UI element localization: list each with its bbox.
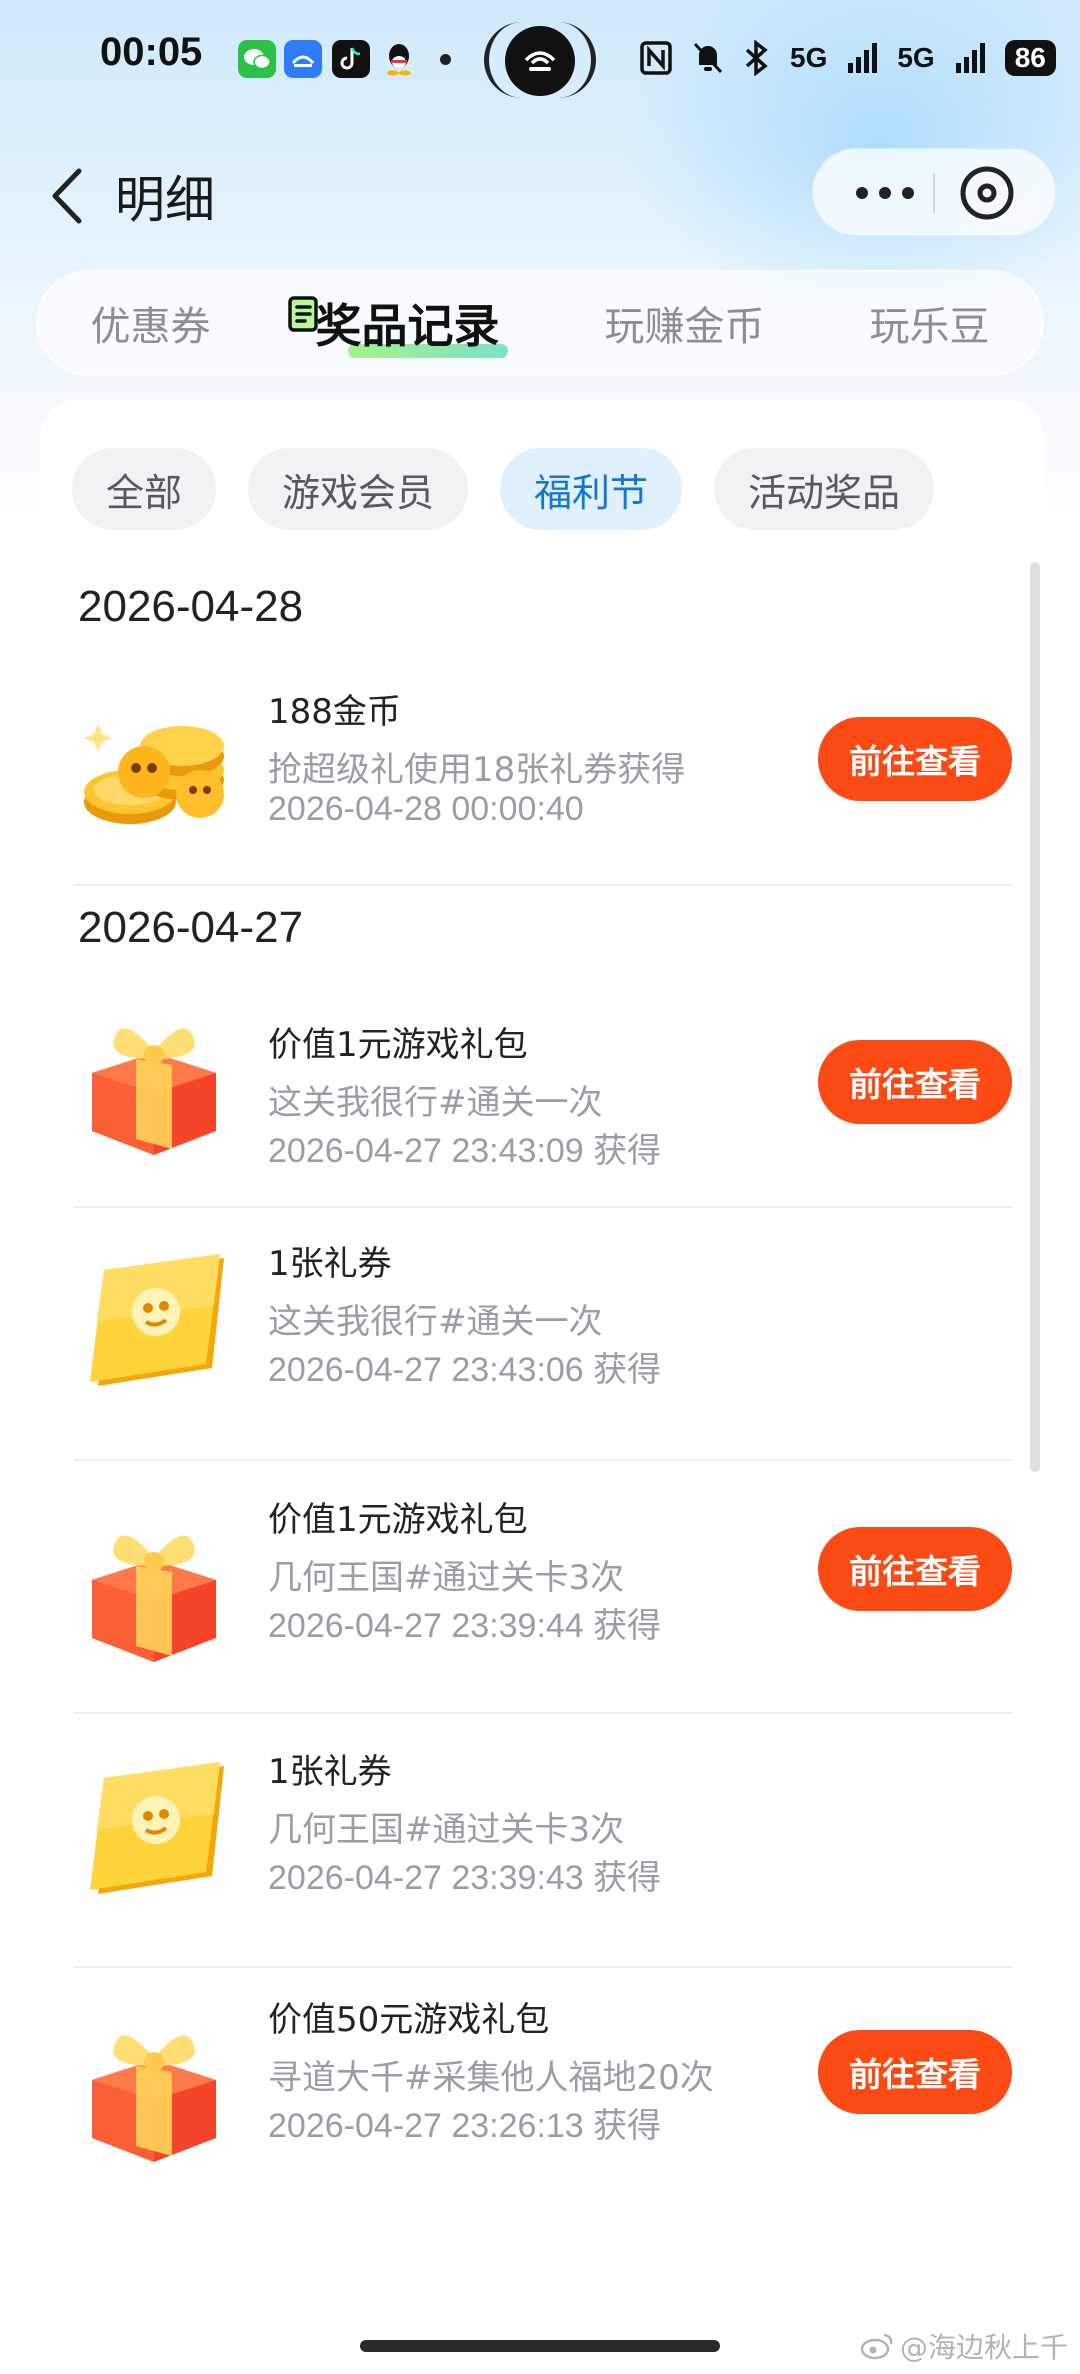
list-item: 1张礼券 几何王国#通过关卡3次 2026-04-27 23:39:43 获得 xyxy=(74,1732,1012,1952)
more-dots-icon[interactable] xyxy=(843,169,927,217)
network-type-1: 5G xyxy=(790,42,828,73)
battery-indicator: 86 xyxy=(1004,40,1056,76)
record-desc: 几何王国#通过关卡3次 xyxy=(268,1558,625,1598)
watermark-text: @海边秋上千 xyxy=(900,2331,1069,2364)
tab-coupons[interactable]: 优惠券 xyxy=(83,294,219,352)
view-button[interactable]: 前往查看 xyxy=(818,1527,1012,1611)
home-indicator[interactable] xyxy=(360,2340,720,2352)
list-item: 价值50元游戏礼包 寻道大千#采集他人福地20次 2026-04-27 23:2… xyxy=(74,1988,1012,2208)
list-item: 价值1元游戏礼包 几何王国#通过关卡3次 2026-04-27 23:39:44… xyxy=(74,1480,1012,1700)
system-icons: 5G 5G 86 xyxy=(640,36,1056,80)
mute-bell-icon xyxy=(693,42,723,74)
watermark: @海边秋上千 xyxy=(860,2326,1068,2366)
view-button[interactable]: 前往查看 xyxy=(818,2030,1012,2114)
status-time: 00:05 xyxy=(100,30,203,74)
coins-icon xyxy=(84,724,224,824)
divider xyxy=(74,1712,1012,1714)
view-button[interactable]: 前往查看 xyxy=(818,717,1012,801)
list-item: 188金币 抢超级礼使用18张礼券获得 2026-04-28 00:00:40 … xyxy=(74,680,1012,880)
filter-all[interactable]: 全部 xyxy=(72,448,217,530)
nfc-icon xyxy=(640,41,672,75)
record-time: 2026-04-27 23:39:44 获得 xyxy=(268,1607,662,1645)
filter-activity-prizes[interactable]: 活动奖品 xyxy=(714,448,935,530)
record-desc: 抢超级礼使用18张礼券获得 xyxy=(268,750,686,790)
tab-fun-beans[interactable]: 玩乐豆 xyxy=(862,294,998,352)
record-desc: 这关我很行#通关一次 xyxy=(268,1302,603,1342)
record-name: 1张礼券 xyxy=(268,1244,392,1284)
record-desc: 这关我很行#通关一次 xyxy=(268,1083,603,1123)
view-button[interactable]: 前往查看 xyxy=(818,1040,1012,1124)
filter-chips: 全部 游戏会员 福利节 活动奖品 xyxy=(72,448,935,530)
record-desc: 几何王国#通过关卡3次 xyxy=(268,1810,625,1850)
coupon-ticket-icon xyxy=(90,1254,224,1386)
record-time: 2026-04-27 23:43:09 获得 xyxy=(268,1132,662,1170)
divider xyxy=(74,1966,1012,1968)
gift-box-icon xyxy=(92,2035,216,2162)
capsule-divider xyxy=(933,173,935,213)
filter-welfare-festival[interactable]: 福利节 xyxy=(500,448,683,530)
divider xyxy=(74,1459,1012,1461)
tiktok-icon xyxy=(332,40,370,78)
record-time: 2026-04-27 23:43:06 获得 xyxy=(268,1351,662,1389)
coupon-ticket-icon xyxy=(90,1762,224,1894)
records-card: 全部 游戏会员 福利节 活动奖品 2026-04-28 188金币 抢超级礼使用… xyxy=(40,400,1044,2374)
tab-prize-records[interactable]: 奖品记录 xyxy=(287,290,508,358)
gift-box-icon xyxy=(92,1028,216,1155)
miniprogram-capsule xyxy=(812,148,1056,236)
list-deco-icon xyxy=(287,296,318,332)
signal-icon-2 xyxy=(955,43,985,73)
record-time: 2026-04-28 00:00:40 xyxy=(268,790,584,828)
record-name: 价值50元游戏礼包 xyxy=(268,2000,550,2040)
scrollbar[interactable] xyxy=(1030,562,1040,1472)
weibo-icon xyxy=(860,2333,893,2360)
divider xyxy=(74,884,1012,886)
record-desc: 寻道大千#采集他人福地20次 xyxy=(268,2058,714,2098)
cloud-app-icon xyxy=(284,40,322,78)
network-type-2: 5G xyxy=(897,42,935,73)
tab-earn-coins[interactable]: 玩赚金币 xyxy=(597,294,773,352)
filter-game-member[interactable]: 游戏会员 xyxy=(248,448,469,530)
page-header: 明细 xyxy=(0,140,1080,250)
divider xyxy=(74,1206,1012,1208)
record-name: 188金币 xyxy=(268,692,401,732)
record-name: 1张礼券 xyxy=(268,1752,392,1792)
list-item: 1张礼券 这关我很行#通关一次 2026-04-27 23:43:06 获得 xyxy=(74,1224,1012,1444)
main-tab-bar: 优惠券 奖品记录 玩赚金币 玩乐豆 xyxy=(36,270,1044,376)
date-heading: 2026-04-28 xyxy=(78,582,304,631)
hotspot-icon xyxy=(505,26,575,96)
record-name: 价值1元游戏礼包 xyxy=(268,1025,528,1065)
close-icon[interactable] xyxy=(959,165,1015,221)
record-time: 2026-04-27 23:26:13 获得 xyxy=(268,2107,662,2145)
qq-icon xyxy=(380,40,418,78)
signal-icon xyxy=(848,43,878,73)
back-arrow-icon[interactable] xyxy=(36,164,96,228)
status-bar: 00:05 5G 5G 86 xyxy=(0,0,1080,120)
gift-box-icon xyxy=(92,1535,216,1662)
bluetooth-icon xyxy=(745,40,768,76)
tab-prize-records-label: 奖品记录 xyxy=(315,299,500,353)
record-time: 2026-04-27 23:39:43 获得 xyxy=(268,1859,662,1897)
record-name: 价值1元游戏礼包 xyxy=(268,1500,528,1540)
page-title: 明细 xyxy=(115,171,215,229)
date-heading: 2026-04-27 xyxy=(78,903,304,952)
wechat-icon xyxy=(238,40,276,78)
list-item: 价值1元游戏礼包 这关我很行#通关一次 2026-04-27 23:43:09 … xyxy=(74,1003,1012,1203)
notification-dot-icon xyxy=(440,54,451,65)
